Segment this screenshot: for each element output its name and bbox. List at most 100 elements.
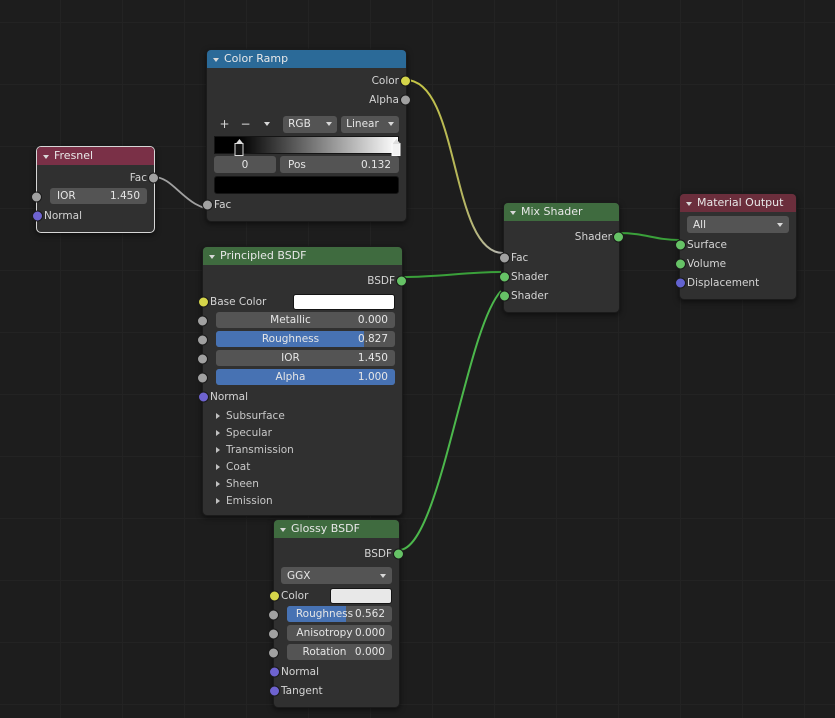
node-mix-shader[interactable]: Mix Shader Shader Fac Shader Shader <box>499 202 624 313</box>
node-fresnel-header[interactable]: Fresnel <box>37 147 154 165</box>
socket-in-anisotropy[interactable] <box>268 628 279 640</box>
socket-in-normal[interactable] <box>269 666 280 678</box>
node-principled-bsdf[interactable]: Principled BSDF BSDF Base Color Metallic… <box>197 246 407 516</box>
glossy-color-swatch[interactable] <box>330 588 392 604</box>
socket-in-ior[interactable] <box>31 191 42 203</box>
slider-ior[interactable]: IOR 1.450 <box>216 350 395 366</box>
output-label-fac: Fac <box>129 172 147 184</box>
field-ior[interactable]: IOR 1.450 <box>50 188 147 204</box>
input-row-surface: Surface <box>675 236 796 254</box>
node-material-output-body: All Surface Volume Displacement <box>675 212 796 299</box>
ramp-index-field[interactable]: 0 <box>214 156 276 173</box>
node-material-output-header[interactable]: Material Output <box>680 194 796 212</box>
socket-in-roughness[interactable] <box>268 609 279 621</box>
chevron-down-icon[interactable] <box>209 254 215 259</box>
socket-out-color[interactable] <box>400 75 411 87</box>
slider-metallic-label: Metallic <box>270 314 311 326</box>
ramp-remove-button[interactable]: − <box>235 116 256 133</box>
panel-sheen-label: Sheen <box>226 477 259 490</box>
ramp-position-row: 0 Pos 0.132 <box>207 156 406 173</box>
socket-in-tangent[interactable] <box>269 685 280 697</box>
node-fresnel[interactable]: Fresnel Fac IOR 1.450 Normal <box>31 146 159 233</box>
ramp-interpolation-dropdown[interactable]: Linear <box>341 115 399 133</box>
socket-in-shader-1[interactable] <box>499 271 510 283</box>
panel-sheen[interactable]: Sheen <box>203 475 402 492</box>
socket-out-bsdf[interactable] <box>393 548 404 560</box>
chevron-down-icon[interactable] <box>213 57 219 62</box>
node-material-output[interactable]: Material Output All Surface Volume Displ… <box>675 193 797 300</box>
slider-rotation-value: 0.000 <box>354 646 385 658</box>
slider-anisotropy[interactable]: Anisotropy 0.000 <box>287 625 392 641</box>
ramp-color-mode-dropdown[interactable]: RGB <box>283 115 338 133</box>
ramp-menu-button[interactable] <box>256 116 277 133</box>
socket-out-shader[interactable] <box>613 231 624 243</box>
socket-in-ior[interactable] <box>197 353 208 365</box>
ramp-stop-1[interactable] <box>391 143 401 156</box>
chevron-down-icon[interactable] <box>686 201 692 206</box>
panel-transmission[interactable]: Transmission <box>203 441 402 458</box>
node-mix-shader-header[interactable]: Mix Shader <box>504 203 619 221</box>
link-principled-to-mixshader <box>401 271 502 278</box>
slider-alpha-value: 1.000 <box>357 371 388 383</box>
socket-in-roughness[interactable] <box>197 334 208 346</box>
material-output-target-dropdown[interactable]: All <box>687 216 789 233</box>
node-fresnel-body: Fac IOR 1.450 Normal <box>31 165 159 232</box>
chevron-down-icon[interactable] <box>43 154 49 159</box>
panel-coat-label: Coat <box>226 460 251 473</box>
input-label-normal: Normal <box>210 391 248 403</box>
chevron-down-icon[interactable] <box>510 210 516 215</box>
socket-in-base-color[interactable] <box>198 296 209 308</box>
node-color-ramp-body: Color Alpha + − RGB Linear 0 Pos 0.132 F… <box>202 68 411 221</box>
color-ramp-gradient-bar[interactable] <box>214 136 401 156</box>
chevron-down-icon <box>380 573 386 578</box>
socket-out-bsdf[interactable] <box>396 275 407 287</box>
slider-roughness[interactable]: Roughness 0.562 <box>287 606 392 622</box>
socket-in-normal[interactable] <box>32 210 43 222</box>
chevron-down-icon <box>326 122 333 126</box>
socket-out-alpha[interactable] <box>400 94 411 106</box>
socket-in-color[interactable] <box>269 590 280 602</box>
socket-in-metallic[interactable] <box>197 315 208 327</box>
socket-in-fac[interactable] <box>499 252 510 264</box>
ramp-pos-field[interactable]: Pos 0.132 <box>280 156 399 173</box>
socket-in-normal[interactable] <box>198 391 209 403</box>
base-color-swatch[interactable] <box>293 294 395 310</box>
node-color-ramp-header[interactable]: Color Ramp <box>207 50 406 68</box>
input-row-displacement: Displacement <box>675 274 796 292</box>
ramp-stop-color-swatch[interactable] <box>214 176 399 194</box>
node-color-ramp[interactable]: Color Ramp Color Alpha + − RGB Linear 0 … <box>202 49 411 222</box>
socket-in-alpha[interactable] <box>197 372 208 384</box>
slider-metallic[interactable]: Metallic 0.000 <box>216 312 395 328</box>
socket-in-rotation[interactable] <box>268 647 279 659</box>
panel-emission[interactable]: Emission <box>203 492 402 509</box>
input-label-normal: Normal <box>281 666 319 678</box>
node-principled-bsdf-body: BSDF Base Color Metallic 0.000 Roughness… <box>197 265 407 515</box>
output-label-color: Color <box>371 75 399 87</box>
chevron-down-icon[interactable] <box>280 527 286 532</box>
socket-in-displacement[interactable] <box>675 277 686 289</box>
chevron-down-icon <box>263 122 270 126</box>
panel-coat[interactable]: Coat <box>203 458 402 475</box>
glossy-distribution-dropdown[interactable]: GGX <box>281 567 392 584</box>
slider-metallic-value: 0.000 <box>357 314 388 326</box>
ramp-stop-color-wrap <box>207 176 406 194</box>
slider-roughness[interactable]: Roughness 0.827 <box>216 331 395 347</box>
ramp-add-button[interactable]: + <box>214 116 235 133</box>
node-glossy-bsdf[interactable]: Glossy BSDF BSDF GGX Color Roughness 0.5… <box>268 519 404 708</box>
socket-in-shader-2[interactable] <box>499 290 510 302</box>
chevron-down-icon <box>388 122 394 126</box>
socket-out-fac[interactable] <box>148 172 159 184</box>
panel-specular[interactable]: Specular <box>203 424 402 441</box>
socket-in-volume[interactable] <box>675 258 686 270</box>
ramp-stop-0[interactable] <box>234 143 244 156</box>
slider-alpha[interactable]: Alpha 1.000 <box>216 369 395 385</box>
socket-in-surface[interactable] <box>675 239 686 251</box>
panel-subsurface[interactable]: Subsurface <box>203 407 402 424</box>
shader-node-editor[interactable]: Fresnel Fac IOR 1.450 Normal Color Ramp … <box>0 0 835 718</box>
socket-in-fac[interactable] <box>202 199 213 211</box>
node-glossy-bsdf-header[interactable]: Glossy BSDF <box>274 520 399 538</box>
slider-rotation[interactable]: Rotation 0.000 <box>287 644 392 660</box>
input-row-shader-1: Shader <box>499 268 619 286</box>
field-ior-value: 1.450 <box>109 190 140 202</box>
node-principled-bsdf-header[interactable]: Principled BSDF <box>203 247 402 265</box>
